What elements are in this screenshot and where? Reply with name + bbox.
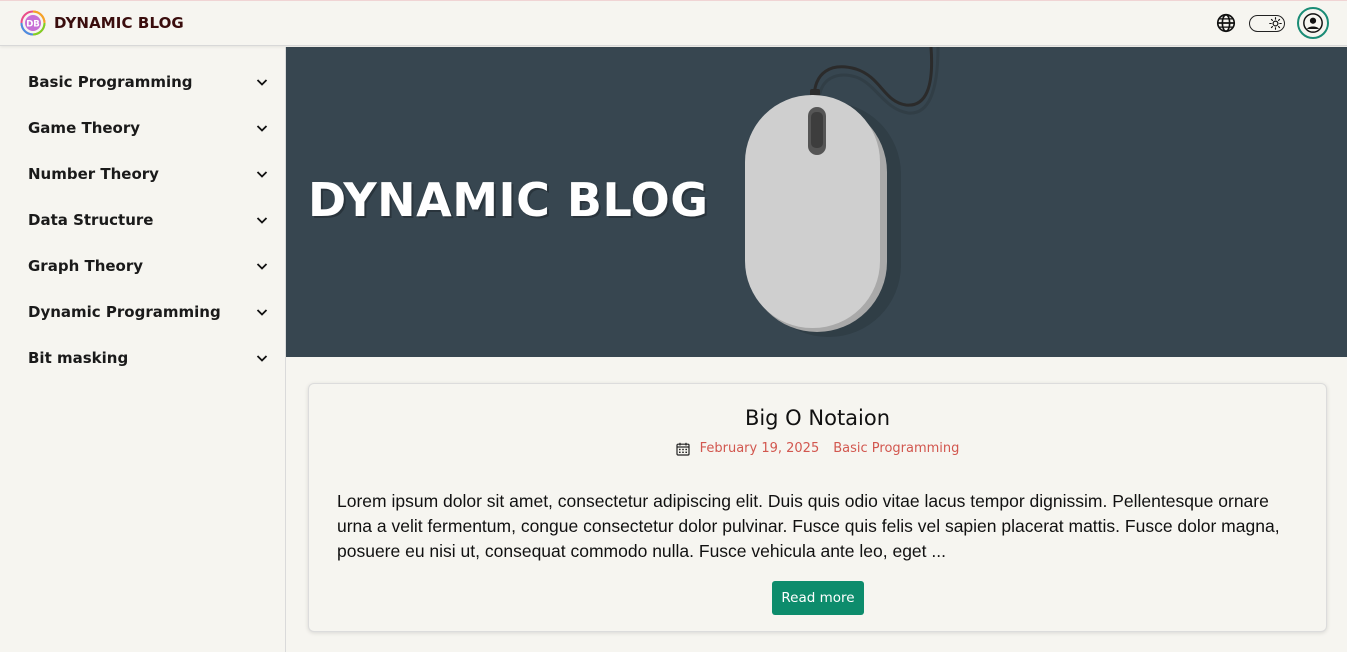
sidebar-item-label: Game Theory: [28, 119, 141, 137]
post-excerpt: Lorem ipsum dolor sit amet, consectetur …: [337, 491, 1280, 561]
sidebar-item-basic-programming[interactable]: Basic Programming: [0, 59, 285, 105]
user-avatar-button[interactable]: [1297, 7, 1329, 39]
hero-banner: DYNAMIC BLOG: [286, 47, 1347, 357]
theme-toggle[interactable]: [1249, 14, 1285, 32]
sidebar-item-label: Basic Programming: [28, 73, 193, 91]
sidebar-item-data-structure[interactable]: Data Structure: [0, 197, 285, 243]
sidebar-item-game-theory[interactable]: Game Theory: [0, 105, 285, 151]
hero-title: DYNAMIC BLOG: [308, 173, 709, 227]
chevron-down-icon: [256, 263, 268, 270]
sidebar-item-number-theory[interactable]: Number Theory: [0, 151, 285, 197]
read-more-button[interactable]: Read more: [772, 581, 864, 615]
top-navbar: DB DYNAMIC BLOG: [0, 0, 1347, 46]
chevron-down-icon: [256, 217, 268, 224]
calendar-icon: [675, 442, 690, 456]
globe-icon[interactable]: [1215, 12, 1237, 34]
sidebar-item-label: Bit masking: [28, 349, 129, 367]
brand[interactable]: DB DYNAMIC BLOG: [20, 10, 184, 36]
category-sidebar: Basic Programming Game Theory Number The…: [0, 47, 286, 652]
chevron-down-icon: [256, 309, 268, 316]
sidebar-item-label: Number Theory: [28, 165, 159, 183]
post-title[interactable]: Big O Notaion: [309, 406, 1326, 430]
chevron-down-icon: [256, 355, 268, 362]
chevron-down-icon: [256, 171, 268, 178]
brand-logo-icon: DB: [20, 10, 46, 36]
post-card: Big O Notaion February 19, 2025 Basic Pr…: [308, 383, 1327, 632]
user-avatar-icon: [1303, 13, 1323, 33]
header-actions: [1215, 7, 1329, 39]
sidebar-item-graph-theory[interactable]: Graph Theory: [0, 243, 285, 289]
computer-mouse-illustration: [745, 47, 940, 337]
post-category-link[interactable]: Basic Programming: [833, 441, 959, 456]
sidebar-item-label: Dynamic Programming: [28, 303, 221, 321]
sidebar-item-label: Data Structure: [28, 211, 154, 229]
sidebar-item-label: Graph Theory: [28, 257, 144, 275]
brand-name: DYNAMIC BLOG: [54, 14, 184, 32]
post-meta: February 19, 2025 Basic Programming: [309, 441, 1326, 456]
sidebar-item-dynamic-programming[interactable]: Dynamic Programming: [0, 289, 285, 335]
chevron-down-icon: [256, 79, 268, 86]
sidebar-item-bit-masking[interactable]: Bit masking: [0, 335, 285, 381]
chevron-down-icon: [256, 125, 268, 132]
svg-text:DB: DB: [26, 20, 40, 30]
post-date: February 19, 2025: [699, 441, 820, 456]
sun-icon: [1269, 16, 1282, 30]
